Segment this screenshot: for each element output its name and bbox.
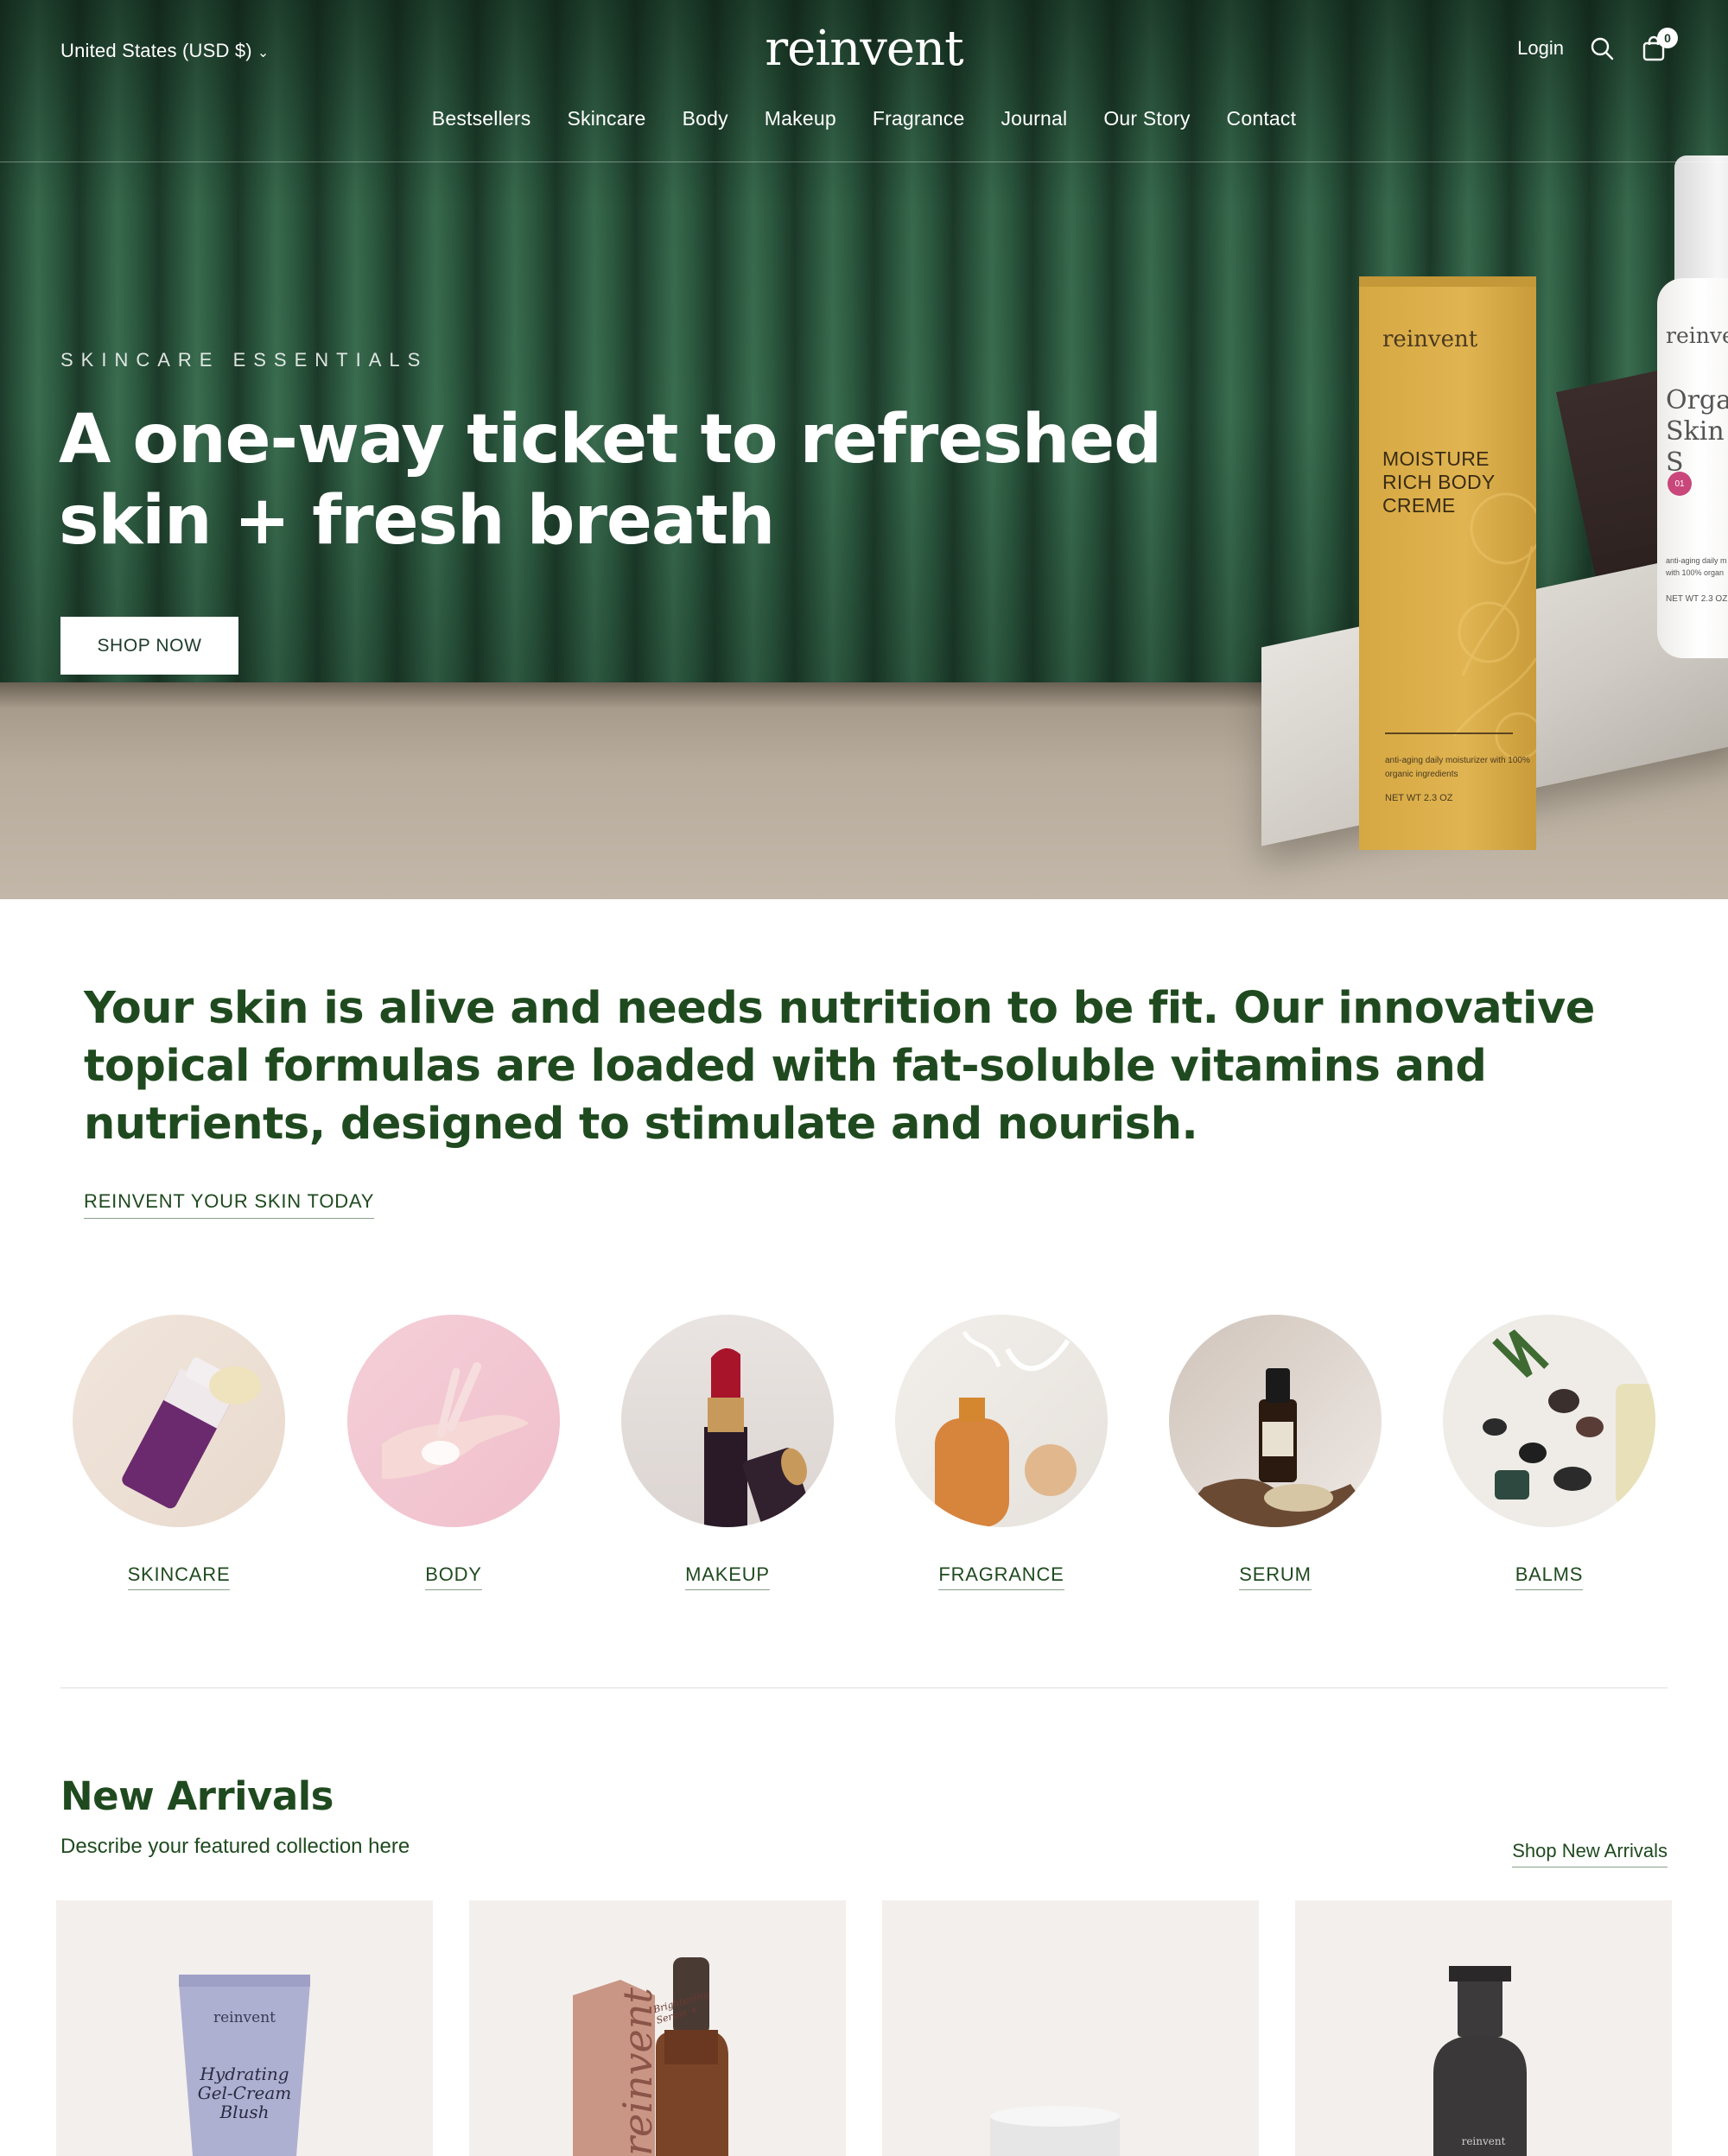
login-link[interactable]: Login xyxy=(1517,37,1564,60)
nav-item-our-story[interactable]: Our Story xyxy=(1103,107,1190,130)
bottle-weight: NET WT 2.3 OZ xyxy=(1666,594,1728,604)
category-label-makeup[interactable]: MAKEUP xyxy=(685,1563,770,1590)
shop-new-arrivals-link[interactable]: Shop New Arrivals xyxy=(1512,1840,1668,1867)
hero-title: A one-way ticket to refreshed skin + fre… xyxy=(59,399,1182,561)
box-description: anti-aging daily moisturizer with 100% o… xyxy=(1385,756,1530,779)
nav-item-fragrance[interactable]: Fragrance xyxy=(873,107,965,130)
intro-statement: Your skin is alive and needs nutrition t… xyxy=(84,983,1595,1150)
cart-count-badge: 0 xyxy=(1657,28,1678,48)
category-fragrance[interactable]: FRAGRANCE xyxy=(895,1315,1108,1590)
reinvent-skin-link[interactable]: REINVENT YOUR SKIN TODAY xyxy=(84,1190,375,1219)
shop-now-button[interactable]: SHOP NOW xyxy=(60,617,238,675)
cart-icon[interactable]: 0 xyxy=(1640,28,1678,62)
hero-banner: reinver Orga Skin S 01 anti-aging daily … xyxy=(0,0,1728,899)
nav-item-contact[interactable]: Contact xyxy=(1227,107,1297,130)
product-card[interactable]: reinvent Brightening Serum + xyxy=(469,1900,846,2156)
hero-title-line-1: A one-way ticket to refreshed xyxy=(59,401,1162,479)
new-arrivals-title: New Arrivals xyxy=(60,1773,334,1819)
category-body[interactable]: BODY xyxy=(347,1315,560,1590)
section-divider xyxy=(60,1687,1668,1689)
category-label-serum[interactable]: SERUM xyxy=(1239,1563,1312,1590)
category-image-body[interactable] xyxy=(347,1315,560,1527)
bottle-description: anti-aging daily m with 100% organ xyxy=(1666,556,1727,577)
category-serum[interactable]: SERUM xyxy=(1169,1315,1382,1590)
box-weight: NET WT 2.3 OZ xyxy=(1385,793,1453,803)
box-product-name: MOISTURE RICH BODY CREME xyxy=(1382,447,1496,517)
bottle-name-text: Orga Skin S xyxy=(1666,385,1728,478)
nav-item-makeup[interactable]: Makeup xyxy=(765,107,836,130)
category-image-skincare[interactable] xyxy=(73,1315,285,1527)
bottle-pump xyxy=(1674,155,1728,285)
hero-title-line-2: skin + fresh breath xyxy=(59,482,775,560)
nav-item-skincare[interactable]: Skincare xyxy=(567,107,645,130)
spray-product-image[interactable] xyxy=(1295,1900,1672,2156)
nav-item-journal[interactable]: Journal xyxy=(1001,107,1067,130)
product-card[interactable]: reinvent xyxy=(1295,1900,1672,2156)
product-brand: reinvent xyxy=(213,2009,276,2026)
product-card[interactable]: reinvent Hydrating Gel-Cream Blush xyxy=(56,1900,433,2156)
category-makeup[interactable]: MAKEUP xyxy=(621,1315,834,1590)
product-card[interactable] xyxy=(882,1900,1259,2156)
product-brand: reinvent xyxy=(1461,2135,1506,2147)
main-navigation: Bestsellers Skincare Body Makeup Fragran… xyxy=(0,107,1728,130)
hero-eyebrow: SKINCARE ESSENTIALS xyxy=(60,349,429,371)
box-brand-text: reinvent xyxy=(1382,327,1478,352)
category-label-body[interactable]: BODY xyxy=(425,1563,482,1590)
jar-product-image[interactable] xyxy=(882,1900,1259,2156)
nav-item-body[interactable]: Body xyxy=(683,107,728,130)
category-image-makeup[interactable] xyxy=(621,1315,834,1527)
search-icon[interactable] xyxy=(1588,35,1616,62)
category-image-fragrance[interactable] xyxy=(895,1315,1108,1527)
nav-item-bestsellers[interactable]: Bestsellers xyxy=(432,107,531,130)
bottle-badge: 01 xyxy=(1668,472,1692,496)
category-image-balms[interactable] xyxy=(1443,1315,1655,1527)
box-divider xyxy=(1385,732,1513,734)
category-label-fragrance[interactable]: FRAGRANCE xyxy=(938,1563,1064,1590)
category-label-skincare[interactable]: SKINCARE xyxy=(127,1563,231,1590)
bottle-brand-text: reinver xyxy=(1666,323,1728,348)
category-label-balms[interactable]: BALMS xyxy=(1515,1563,1584,1590)
new-arrivals-subtitle: Describe your featured collection here xyxy=(60,1835,410,1858)
category-skincare[interactable]: SKINCARE xyxy=(73,1315,285,1590)
product-name: Hydrating Gel-Cream Blush xyxy=(197,2064,292,2122)
category-image-serum[interactable] xyxy=(1169,1315,1382,1527)
header-actions: Login 0 xyxy=(1517,28,1678,62)
site-logo[interactable]: reinvent xyxy=(0,21,1728,77)
category-balms[interactable]: BALMS xyxy=(1443,1315,1655,1590)
